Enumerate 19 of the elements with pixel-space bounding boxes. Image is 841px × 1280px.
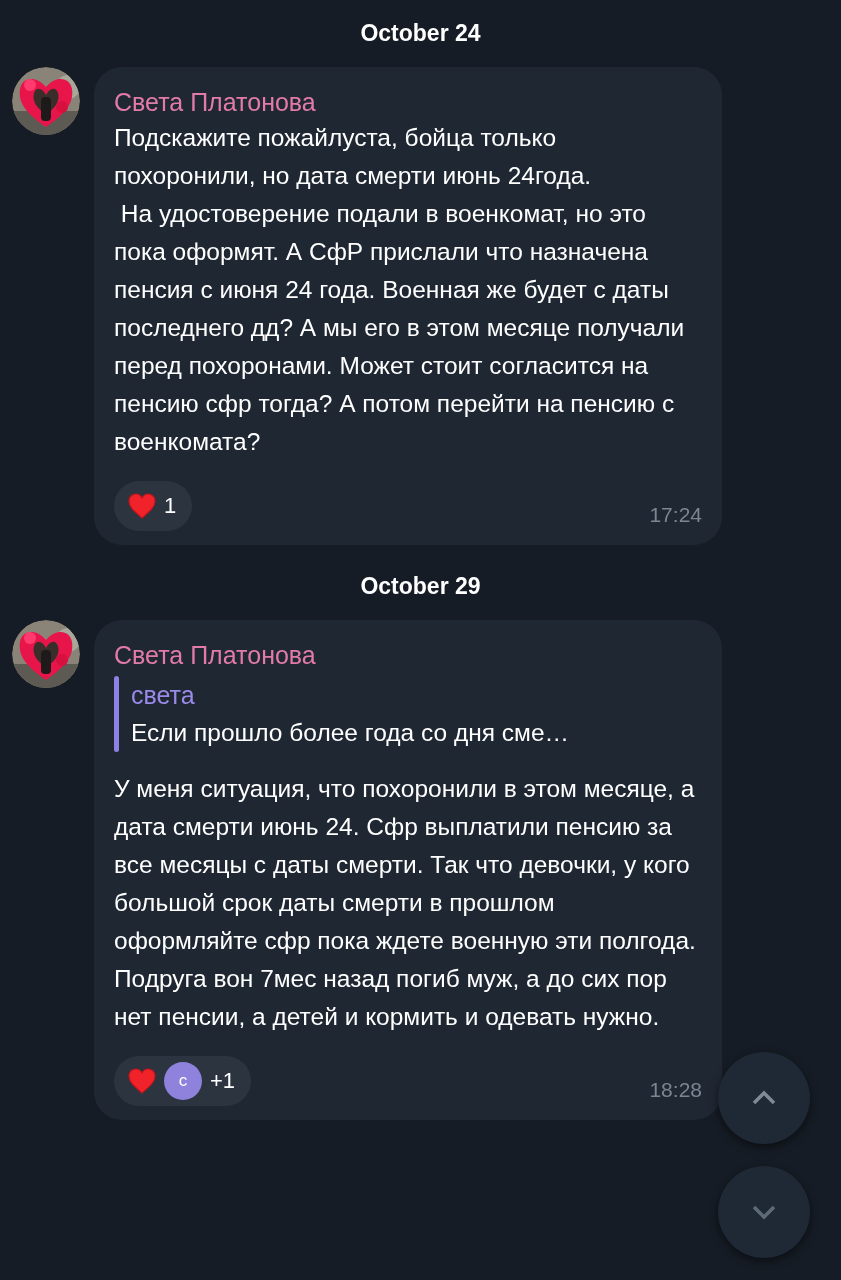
sender-name[interactable]: Света Платонова — [114, 85, 702, 119]
heart-icon — [128, 1068, 156, 1094]
message-time: 17:24 — [649, 503, 702, 528]
heart-icon — [128, 493, 156, 519]
chevron-up-icon — [751, 1090, 777, 1106]
reactor-avatar: с — [164, 1062, 202, 1100]
message-time: 18:28 — [649, 1078, 702, 1103]
reaction-count: +1 — [210, 1068, 236, 1094]
chevron-down-icon — [751, 1204, 777, 1220]
reply-text[interactable]: Если прошло более года со дня сме… — [131, 714, 570, 752]
date-label: October 24 — [360, 19, 481, 48]
message-text: Подскажите пожайлуста, бойца только похоронили, но дата смерти июнь 24года. На удостоверение подали в военкомат, но это пока оформят. А СфР прислали что назначена пенсия с июня 24 года. Военная же будет с даты последнего дд? А мы его в этом месяце получали перед похоронами. Может стоит согласится на пенсию сфр тогда? А потом перейти на пенсию с военкомата? — [114, 123, 686, 457]
reaction-count: 1 — [164, 493, 177, 519]
sender-name[interactable]: Света Платонова — [114, 638, 702, 672]
reaction-chip[interactable]: с +1 — [114, 1056, 252, 1106]
date-label: October 29 — [360, 572, 481, 601]
reply-author[interactable]: света — [131, 676, 570, 714]
reaction-chip[interactable]: 1 — [114, 481, 193, 531]
message-text: У меня ситуация, что похоронили в этом месяце, а дата смерти июнь 24. Сфр выплатили пенсию за все месяцы с даты смерти. Так что девочки, у кого большой срок даты смерти в прошлом оформляйте сфр пока ждете военную эти полгода. Подруга вон 7мес назад погиб муж, а до сих пор нет пенсии, а детей и кормить и одевать нужно. — [114, 774, 697, 1032]
